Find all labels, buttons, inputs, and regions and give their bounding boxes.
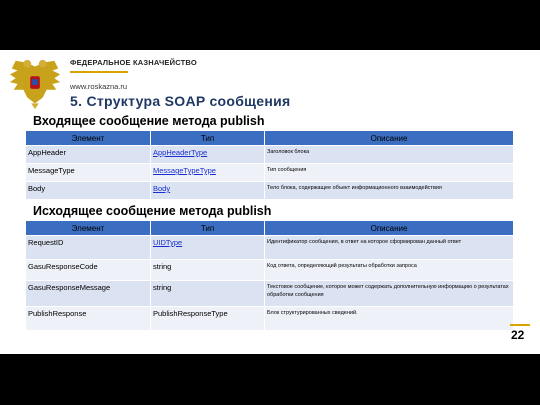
element-cell: GasuResponseMessage — [25, 280, 151, 307]
element-cell: RequestID — [25, 235, 151, 260]
element-cell: PublishResponse — [25, 306, 151, 331]
description-cell: Код ответа, определяющий результаты обра… — [264, 259, 514, 281]
column-header: Элемент — [25, 130, 151, 146]
column-header: Тип — [150, 130, 265, 146]
org-name: ФЕДЕРАЛЬНОЕ КАЗНАЧЕЙСТВО — [70, 58, 197, 67]
column-header: Элемент — [25, 220, 151, 236]
table-row: PublishResponse PublishResponseType Блок… — [25, 306, 514, 331]
page-title: 5. Структура SOAP сообщения — [70, 93, 291, 109]
table-row: GasuResponseMessage string Текстовое соо… — [25, 280, 514, 307]
description-cell: Блок структурированных сведений. — [264, 306, 514, 331]
description-cell: Текстовое сообщение, которое может содер… — [264, 280, 514, 307]
type-link[interactable]: Body — [150, 181, 265, 200]
type-link[interactable]: UIDType — [150, 235, 265, 260]
table-row: MessageType MessageTypeType Тип сообщени… — [25, 163, 514, 182]
type-link[interactable]: MessageTypeType — [150, 163, 265, 182]
slide: ФЕДЕРАЛЬНОЕ КАЗНАЧЕЙСТВО www.roskazna.ru… — [0, 50, 540, 354]
incoming-table: Элемент Тип Описание AppHeader AppHeader… — [25, 130, 514, 200]
description-cell: Тип сообщения — [264, 163, 514, 182]
description-cell: Заголовок блока — [264, 145, 514, 164]
page-number: 22 — [511, 328, 525, 342]
incoming-heading: Входящее сообщение метода publish — [33, 114, 265, 128]
table-row: Body Body Тело блока, содержащее объект … — [25, 181, 514, 200]
column-header: Описание — [264, 130, 514, 146]
element-cell: Body — [25, 181, 151, 200]
table-row: AppHeader AppHeaderType Заголовок блока — [25, 145, 514, 164]
org-underline — [70, 71, 128, 73]
outgoing-heading: Исходящее сообщение метода publish — [33, 204, 272, 218]
column-header: Описание — [264, 220, 514, 236]
table-header-row: Элемент Тип Описание — [25, 130, 514, 146]
element-cell: MessageType — [25, 163, 151, 182]
element-cell: AppHeader — [25, 145, 151, 164]
type-cell: string — [150, 280, 265, 307]
type-cell: string — [150, 259, 265, 281]
outgoing-table: Элемент Тип Описание RequestID UIDType И… — [25, 220, 514, 331]
description-cell: Тело блока, содержащее объект информацио… — [264, 181, 514, 200]
site-url[interactable]: www.roskazna.ru — [70, 82, 127, 91]
type-link[interactable]: AppHeaderType — [150, 145, 265, 164]
page-number-underline — [510, 324, 530, 326]
element-cell: GasuResponseCode — [25, 259, 151, 281]
type-cell: PublishResponseType — [150, 306, 265, 331]
description-cell: Идентификатор сообщения, в ответ на кото… — [264, 235, 514, 260]
table-header-row: Элемент Тип Описание — [25, 220, 514, 236]
table-row: RequestID UIDType Идентификатор сообщени… — [25, 235, 514, 260]
table-row: GasuResponseCode string Код ответа, опре… — [25, 259, 514, 281]
column-header: Тип — [150, 220, 265, 236]
eagle-emblem-icon — [9, 59, 61, 110]
